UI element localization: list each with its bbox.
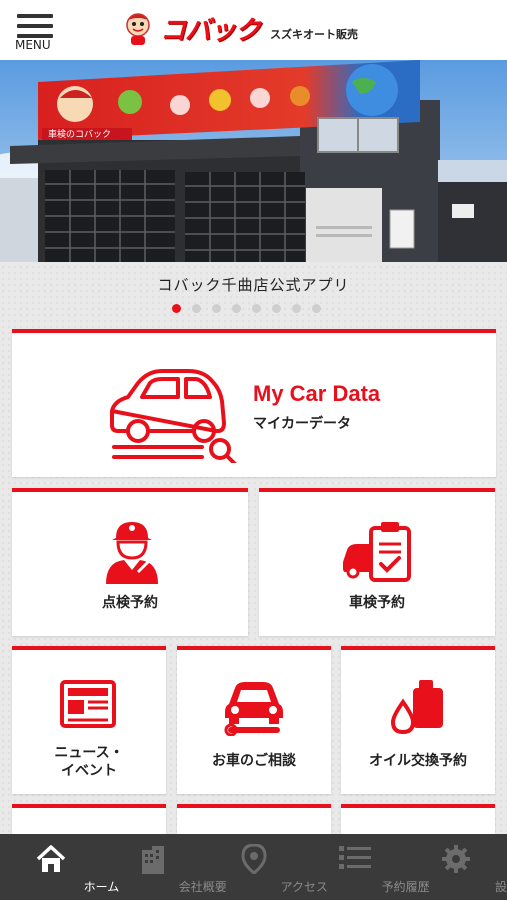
shaken-booking-card[interactable]: 車検予約 bbox=[259, 488, 495, 636]
nav-history[interactable]: 予約履歴 bbox=[304, 834, 430, 900]
carousel-dot[interactable] bbox=[212, 304, 221, 313]
bottom-nav: ホーム 会社概要 アクセス 予約履歴 設 bbox=[0, 834, 507, 900]
carousel-dot[interactable] bbox=[252, 304, 261, 313]
hamburger-icon bbox=[17, 14, 53, 18]
store-name: スズキオート販売 bbox=[270, 27, 359, 41]
car-search-icon bbox=[110, 369, 237, 463]
brand-logo: コバック スズキオート販売 bbox=[120, 10, 358, 47]
oil-change-label: オイル交換予約 bbox=[369, 753, 467, 769]
shaken-booking-label: 車検予約 bbox=[349, 595, 405, 611]
menu-button[interactable]: MENU bbox=[12, 8, 62, 54]
nav-settings[interactable]: 設定 bbox=[406, 834, 507, 900]
car-consultation-card[interactable]: お車のご相談 bbox=[177, 646, 331, 794]
hamburger-bar bbox=[17, 24, 53, 28]
carousel-dot[interactable] bbox=[172, 304, 181, 313]
mascot-icon bbox=[126, 12, 150, 45]
shop-photo: 車検のコバック bbox=[0, 60, 507, 262]
carousel-caption: コバック千曲店公式アプリ bbox=[157, 276, 350, 294]
inspection-booking-label: 点検予約 bbox=[102, 595, 158, 611]
my-car-data-card[interactable]: My Car Data マイカーデータ bbox=[12, 329, 496, 477]
car-wrench-icon bbox=[224, 682, 283, 736]
news-label-line1: ニュース・ bbox=[54, 745, 124, 761]
carousel-dots[interactable] bbox=[172, 304, 321, 313]
nav-settings-label: 設定 bbox=[495, 880, 507, 894]
oil-change-booking-card[interactable]: オイル交換予約 bbox=[341, 646, 495, 794]
building-icon bbox=[142, 846, 165, 874]
nav-home[interactable]: ホーム bbox=[0, 834, 119, 900]
nav-access[interactable]: アクセス bbox=[203, 834, 328, 900]
carousel-dot[interactable] bbox=[292, 304, 301, 313]
mechanic-icon bbox=[106, 522, 158, 584]
news-label-line2: イベント bbox=[61, 763, 117, 779]
banner-text: 車検のコバック bbox=[48, 128, 111, 140]
carousel-dot[interactable] bbox=[192, 304, 201, 313]
my-car-data-subtitle: マイカーデータ bbox=[253, 416, 351, 432]
car-checklist-icon bbox=[343, 522, 411, 582]
inspection-booking-card[interactable]: 点検予約 bbox=[12, 488, 248, 636]
logo-text: コバック bbox=[160, 16, 261, 46]
list-icon bbox=[338, 846, 371, 869]
hero-carousel[interactable]: 車検のコバック bbox=[0, 60, 507, 262]
home-icon bbox=[36, 845, 65, 872]
oil-can-icon bbox=[390, 680, 443, 735]
my-car-data-title: My Car Data bbox=[253, 381, 381, 406]
menu-label: MENU bbox=[15, 38, 51, 52]
newspaper-icon bbox=[60, 680, 116, 728]
app-header: MENU コバック スズキオート販売 bbox=[0, 0, 507, 60]
map-pin-icon bbox=[241, 844, 267, 874]
gear-icon bbox=[442, 845, 471, 873]
carousel-dot[interactable] bbox=[272, 304, 281, 313]
news-events-card[interactable]: ニュース・ イベント bbox=[12, 646, 166, 794]
carousel-dot[interactable] bbox=[232, 304, 241, 313]
car-consultation-label: お車のご相談 bbox=[212, 753, 296, 769]
carousel-dot[interactable] bbox=[312, 304, 321, 313]
nav-company[interactable]: 会社概要 bbox=[101, 834, 227, 900]
